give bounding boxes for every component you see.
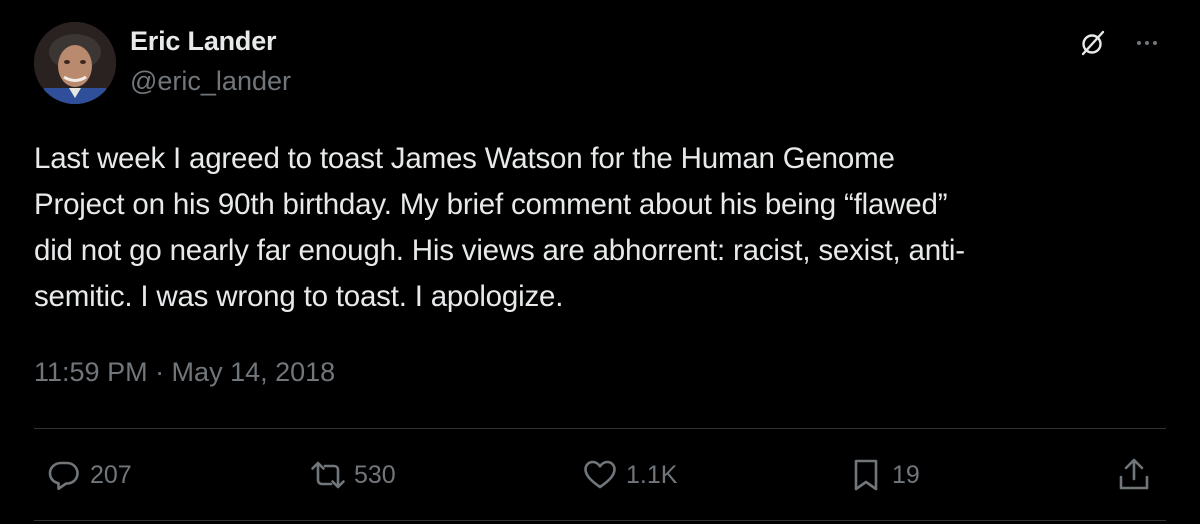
more-dot bbox=[1153, 41, 1157, 45]
share-button[interactable] bbox=[1116, 452, 1152, 498]
more-dot bbox=[1145, 41, 1149, 45]
reply-count: 207 bbox=[90, 460, 132, 489]
reply-icon bbox=[48, 461, 79, 491]
heart-icon bbox=[584, 460, 616, 489]
divider bbox=[34, 428, 1166, 429]
repost-count: 530 bbox=[354, 460, 396, 489]
divider bbox=[34, 520, 1166, 521]
action-bar: 207 530 1.1K 19 bbox=[34, 452, 1166, 498]
more-dot bbox=[1137, 41, 1141, 45]
author-name[interactable]: Eric Lander bbox=[130, 26, 277, 57]
bookmark-icon bbox=[854, 459, 878, 491]
bookmark-count: 19 bbox=[892, 460, 920, 489]
repost-button[interactable]: 530 bbox=[310, 452, 396, 498]
reply-button[interactable]: 207 bbox=[46, 452, 132, 498]
like-button[interactable]: 1.1K bbox=[582, 452, 677, 498]
repost-icon bbox=[311, 461, 345, 489]
share-icon bbox=[1119, 458, 1149, 490]
avatar[interactable] bbox=[34, 22, 116, 104]
tweet-text: Last week I agreed to toast James Watson… bbox=[34, 142, 965, 313]
bookmark-button[interactable]: 19 bbox=[848, 452, 920, 498]
grok-icon[interactable] bbox=[1078, 28, 1108, 58]
author-handle[interactable]: @eric_lander bbox=[130, 66, 291, 97]
more-icon[interactable] bbox=[1132, 28, 1162, 58]
like-count: 1.1K bbox=[626, 460, 678, 489]
tweet-timestamp[interactable]: 11:59 PM · May 14, 2018 bbox=[34, 357, 335, 388]
